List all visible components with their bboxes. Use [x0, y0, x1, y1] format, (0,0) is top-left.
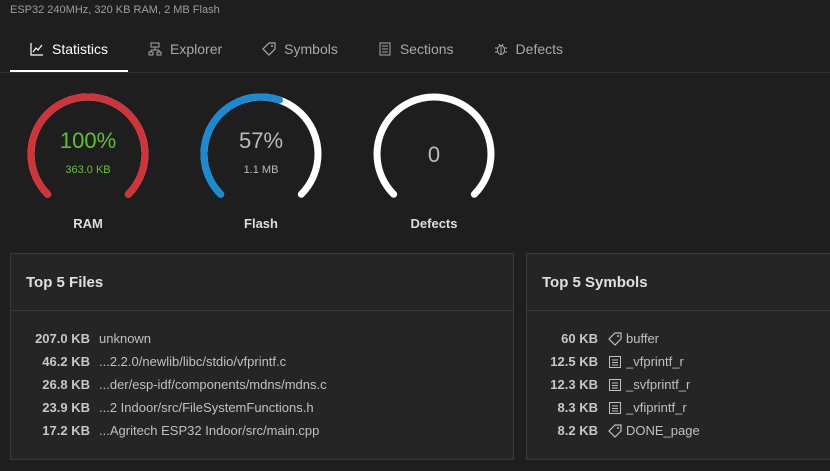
tab-divider — [0, 72, 830, 73]
list-item[interactable]: 23.9 KB ...2 Indoor/src/FileSystemFunctio… — [11, 396, 513, 419]
card-title: Top 5 Files — [11, 254, 513, 311]
tag-icon — [262, 42, 276, 56]
gauge-percent: 100% — [59, 128, 117, 153]
tab-statistics[interactable]: Statistics — [10, 28, 129, 72]
file-size: 23.9 KB — [42, 400, 90, 415]
device-info: ESP32 240MHz, 320 KB RAM, 2 MB Flash — [10, 4, 220, 16]
symbol-name: _svfprintf_r — [626, 377, 691, 392]
list-item[interactable]: 8.3 KB _vfiprintf_r — [527, 396, 830, 419]
list-item[interactable]: 26.8 KB ...der/esp-idf/components/mdns/md… — [11, 373, 513, 396]
function-icon — [609, 378, 621, 391]
symbol-name: DONE_page — [626, 423, 700, 438]
top-symbols-card: Top 5 Symbols 60 KB buffer 12.5 KB _vfpr… — [526, 253, 830, 460]
tag-icon — [608, 331, 622, 346]
tag-icon — [608, 423, 622, 438]
tab-sections[interactable]: Sections — [358, 28, 474, 70]
file-name: ...2 Indoor/src/FileSystemFunctions.h — [99, 400, 314, 415]
card-title: Top 5 Symbols — [527, 254, 830, 311]
symbol-name: buffer — [626, 331, 660, 346]
symbol-size: 8.2 KB — [557, 423, 598, 438]
tab-label: Sections — [399, 41, 454, 57]
symbol-name: _vfprintf_r — [626, 354, 684, 369]
symbol-name: _vfiprintf_r — [626, 400, 687, 415]
list-item[interactable]: 207.0 KB unknown — [11, 327, 513, 350]
symbol-size: 60 KB — [561, 331, 598, 346]
symbol-size: 12.3 KB — [550, 377, 598, 392]
tab-label: Explorer — [170, 41, 223, 57]
gauge-label: Defects — [410, 216, 458, 231]
tab-label: Defects — [515, 41, 564, 57]
symbols-list: 60 KB buffer 12.5 KB _vfprintf_r 12.3 KB… — [527, 311, 830, 442]
gauge-defects: 0 Defects — [371, 88, 497, 231]
function-icon — [609, 355, 621, 368]
chart-line-icon — [30, 43, 43, 56]
file-name: ...2.2.0/newlib/libc/stdio/vfprintf.c — [99, 354, 287, 369]
file-name: unknown — [99, 331, 152, 346]
top-files-card: Top 5 Files 207.0 KB unknown 46.2 KB ...2.… — [10, 253, 514, 460]
tab-label: Statistics — [52, 41, 109, 57]
file-size: 26.8 KB — [42, 377, 90, 392]
file-size: 207.0 KB — [35, 331, 90, 346]
list-item[interactable]: 46.2 KB ...2.2.0/newlib/libc/stdio/vfprin… — [11, 350, 513, 373]
gauge-size: 363.0 KB — [65, 164, 111, 176]
file-name: ...der/esp-idf/components/mdns/mdns.c — [99, 377, 327, 392]
tab-defects[interactable]: Defects — [474, 28, 583, 70]
tree-icon — [148, 42, 162, 56]
gauge-flash: 57% 1.1 MB Flash — [198, 88, 324, 231]
list-item[interactable]: 12.3 KB _svfprintf_r — [527, 373, 830, 396]
file-name: ...Agritech ESP32 Indoor/src/main.cpp — [99, 423, 320, 438]
gauge-size: 1.1 MB — [243, 164, 279, 176]
files-list: 207.0 KB unknown 46.2 KB ...2.2.0/newlib/l… — [11, 311, 513, 442]
gauge-percent: 57% — [238, 128, 284, 153]
list-item[interactable]: 8.2 KB DONE_page — [527, 419, 830, 442]
tab-bar: Statistics Explorer Symbols Sections Def… — [10, 28, 583, 72]
symbol-size: 8.3 KB — [557, 400, 598, 415]
file-size: 46.2 KB — [42, 354, 90, 369]
tab-explorer[interactable]: Explorer — [128, 28, 242, 70]
bug-icon — [494, 43, 507, 55]
gauge-label: Flash — [244, 216, 278, 231]
list-item[interactable]: 12.5 KB _vfprintf_r — [527, 350, 830, 373]
function-icon — [609, 401, 621, 414]
symbol-size: 12.5 KB — [550, 354, 598, 369]
gauge-ram: 100% 363.0 KB RAM — [25, 88, 151, 231]
list-item[interactable]: 60 KB buffer — [527, 327, 830, 350]
file-size: 17.2 KB — [42, 423, 90, 438]
gauge-percent: 0 — [427, 142, 441, 167]
gauge-label: RAM — [73, 216, 103, 231]
list-icon — [379, 42, 391, 56]
gauges: 100% 363.0 KB RAM 57% 1.1 MB Flash 0 Def… — [0, 88, 830, 238]
tab-label: Symbols — [284, 41, 338, 57]
list-item[interactable]: 17.2 KB ...Agritech ESP32 Indoor/src/main… — [11, 419, 513, 442]
tab-symbols[interactable]: Symbols — [242, 28, 358, 70]
